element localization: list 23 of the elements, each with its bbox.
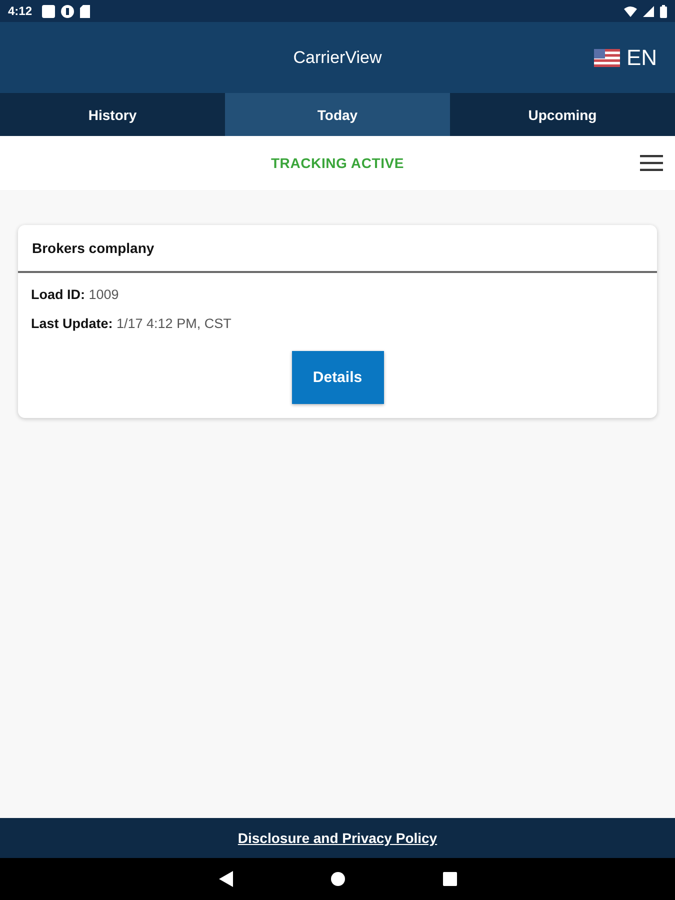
broker-name: Brokers complany xyxy=(32,240,154,256)
status-time: 4:12 xyxy=(8,4,32,18)
load-field: Last Update: 1/17 4:12 PM, CST xyxy=(31,316,232,331)
privacy-policy-link[interactable]: Disclosure and Privacy Policy xyxy=(238,830,438,846)
tab[interactable]: Upcoming xyxy=(450,93,675,136)
notification-circle-icon xyxy=(61,4,74,18)
back-icon[interactable] xyxy=(218,871,232,887)
flag-icon xyxy=(594,48,620,66)
wifi-icon xyxy=(624,6,637,16)
home-icon[interactable] xyxy=(330,872,344,886)
recents-icon[interactable] xyxy=(442,872,456,886)
sd-card-icon xyxy=(80,4,90,18)
tracking-status: TRACKING ACTIVE xyxy=(270,155,404,171)
load-field: Load ID: 1009 xyxy=(31,287,119,302)
details-button[interactable]: Details xyxy=(292,351,384,404)
app-title: CarrierView xyxy=(293,48,382,68)
menu-icon[interactable] xyxy=(640,155,663,171)
notification-square-icon xyxy=(42,4,56,18)
battery-icon xyxy=(660,4,667,18)
tab[interactable]: History xyxy=(0,93,225,136)
tab[interactable]: Today xyxy=(225,93,450,136)
language-button[interactable]: EN xyxy=(594,44,657,70)
signal-icon xyxy=(643,6,654,16)
